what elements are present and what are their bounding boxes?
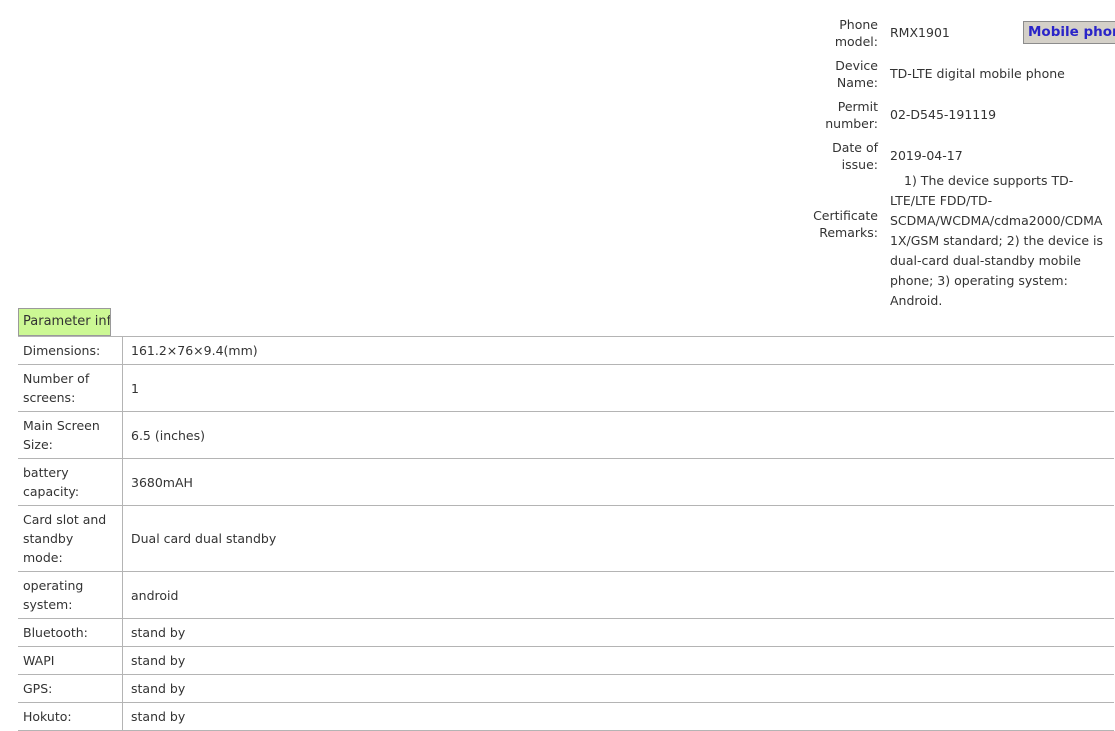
param-label-text: Hokuto:	[23, 709, 72, 724]
param-label-text: WAPI	[23, 653, 55, 668]
table-row: Card slot and standby mode: Dual card du…	[18, 505, 1114, 572]
param-value-card-slot-and-standby-mode: Dual card dual standby	[122, 505, 1114, 572]
param-label-text: Card slot and standby mode:	[23, 512, 107, 565]
param-label-dimensions: Dimensions:	[18, 336, 123, 365]
param-label-text: operating system:	[23, 578, 84, 612]
certificate-row-device-name: Device Name: TD-LTE digital mobile phone	[812, 51, 1115, 92]
parameter-info-title: Parameter info	[18, 308, 111, 336]
param-label-text: Bluetooth:	[23, 625, 88, 640]
table-row: WAPI stand by	[18, 646, 1114, 675]
param-value-operating-system: android	[122, 571, 1114, 619]
parameter-info-table: Dimensions: 161.2×76×9.4(mm) Number of s…	[18, 336, 1114, 731]
certificate-remarks-label: Certificate Remarks:	[813, 208, 878, 240]
param-label-wapi: WAPI	[18, 646, 123, 675]
param-value-gps: stand by	[122, 674, 1114, 703]
param-label-hokuto: Hokuto:	[18, 702, 123, 731]
certificate-info-block: Phone model: RMX1901 Device Name: TD-LTE…	[812, 10, 1115, 311]
table-row: operating system: android	[18, 571, 1114, 619]
certificate-row-remarks: Certificate Remarks: 1) The device suppo…	[812, 169, 1115, 311]
param-label-card-slot-and-standby-mode: Card slot and standby mode:	[18, 505, 123, 572]
certificate-row-permit-number: Permit number: 02-D545-191119	[812, 92, 1115, 133]
table-row: Bluetooth: stand by	[18, 618, 1114, 647]
param-label-text: battery capacity:	[23, 465, 80, 499]
param-label-text: Dimensions:	[23, 343, 101, 358]
certificate-remarks-value: 1) The device supports TD-LTE/LTE FDD/TD…	[890, 173, 1104, 308]
param-label-text: Number of screens:	[23, 371, 90, 405]
param-value-wapi: stand by	[122, 646, 1114, 675]
param-label-text: GPS:	[23, 681, 53, 696]
permit-number-value: 02-D545-191119	[890, 107, 997, 122]
table-row: Main Screen Size: 6.5 (inches)	[18, 411, 1114, 459]
table-row: GPS: stand by	[18, 674, 1114, 703]
device-name-label: Device Name:	[835, 58, 878, 90]
table-row: Hokuto: stand by	[18, 702, 1114, 731]
parameter-info-section: Parameter info Dimensions: 161.2×76×9.4(…	[18, 308, 1114, 731]
table-row: Dimensions: 161.2×76×9.4(mm)	[18, 336, 1114, 365]
phone-model-label: Phone model:	[834, 17, 878, 49]
parameter-info-title-row: Parameter info	[18, 308, 1114, 336]
param-label-operating-system: operating system:	[18, 571, 123, 619]
certificate-row-date-of-issue: Date of issue: 2019-04-17	[812, 133, 1115, 172]
param-label-number-of-screens: Number of screens:	[18, 364, 123, 412]
date-of-issue-label: Date of issue:	[832, 140, 878, 172]
date-of-issue-value: 2019-04-17	[890, 148, 963, 163]
param-label-main-screen-size: Main Screen Size:	[18, 411, 123, 459]
table-row: Number of screens: 1	[18, 364, 1114, 412]
param-label-gps: GPS:	[18, 674, 123, 703]
permit-number-label: Permit number:	[825, 99, 878, 131]
device-name-value: TD-LTE digital mobile phone	[890, 66, 1065, 81]
param-label-battery-capacity: battery capacity:	[18, 458, 123, 506]
param-value-hokuto: stand by	[122, 702, 1114, 731]
param-label-bluetooth: Bluetooth:	[18, 618, 123, 647]
mobile-phone-highlight-badge[interactable]: Mobile phon	[1023, 21, 1115, 44]
param-label-text: Main Screen Size:	[23, 418, 100, 452]
param-value-bluetooth: stand by	[122, 618, 1114, 647]
param-value-main-screen-size: 6.5 (inches)	[122, 411, 1114, 459]
table-row: battery capacity: 3680mAH	[18, 458, 1114, 506]
param-value-number-of-screens: 1	[122, 364, 1114, 412]
param-value-dimensions: 161.2×76×9.4(mm)	[122, 336, 1114, 365]
param-value-battery-capacity: 3680mAH	[122, 458, 1114, 506]
